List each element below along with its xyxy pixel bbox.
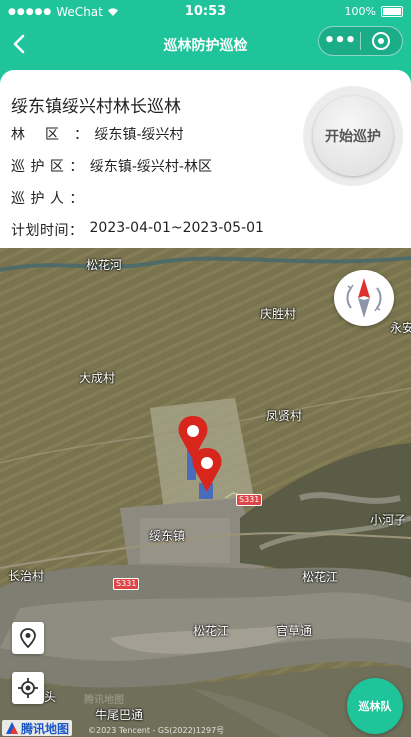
satellite-map[interactable]: 松花河 庆胜村 永安 大成村 凤贤村 绥东镇 小河子 长治村 松花江 松花江 官… (0, 248, 411, 737)
map-label-guancaotong: 官草通 (276, 624, 313, 638)
map-label-suidong: 绥东镇 (149, 529, 186, 543)
patroller-label: 巡 护 人 ： (11, 191, 84, 207)
start-patrol-button[interactable]: 开始巡护 (303, 86, 403, 186)
patrol-team-button[interactable]: 巡林队 (347, 678, 403, 734)
mini-program-capsule: ••• (318, 26, 403, 56)
patrol-area-value: 绥东镇-绥兴村-林区 (89, 159, 212, 175)
top-bar: ●●●●● WeChat 10:53 100% 巡林防护巡检 ••• (0, 0, 411, 68)
forest-area-value: 绥东镇-绥兴村 (94, 127, 184, 143)
map-label-songhuajiang: 松花江 (302, 570, 339, 584)
forest-area-row: 林 区 ： 绥东镇-绥兴村 (11, 124, 184, 144)
start-patrol-label: 开始巡护 (313, 96, 393, 176)
patroller-row: 巡 护 人 ： (11, 188, 90, 208)
map-label-qingsheng: 庆胜村 (260, 307, 297, 321)
battery-percent: 100% (344, 5, 376, 18)
map-label-changzhi: 长治村 (8, 569, 45, 583)
plan-time-value: 2023-04-01~2023-05-01 (89, 220, 264, 236)
map-label-tou: 头 (44, 690, 57, 704)
plan-time-label: 计划时间： (11, 223, 84, 239)
mini-program-close-icon[interactable] (361, 32, 402, 50)
patrol-area-row: 巡 护 区 ： 绥东镇-绥兴村-林区 (11, 156, 212, 176)
map-label-dacheng: 大成村 (79, 371, 116, 385)
map-watermark: 腾讯地图 (84, 695, 124, 706)
map-label-fengxian: 凤贤村 (266, 409, 303, 423)
nav-bar: 巡林防护巡检 ••• (0, 26, 411, 62)
tencent-map-logo: 腾讯地图 (2, 720, 73, 736)
location-pin-button[interactable] (12, 622, 44, 654)
road-badge-s331: S331 (113, 578, 140, 590)
status-bar: ●●●●● WeChat 10:53 100% (0, 0, 411, 24)
compass-button[interactable] (334, 270, 394, 326)
more-dots-icon[interactable]: ••• (319, 32, 360, 50)
forest-area-label: 林 区 ： (11, 127, 89, 143)
map-label-xiaohezi: 小河子 (370, 513, 407, 527)
my-location-button[interactable] (12, 672, 44, 704)
crosshair-icon (18, 678, 38, 698)
tencent-map-logo-text: 腾讯地图 (21, 721, 70, 736)
map-label-niuweibatong: 牛尾巴通 (95, 708, 144, 722)
battery-icon (381, 6, 403, 17)
map-copyright: ©2023 Tencent - GS(2022)1297号 (88, 726, 225, 735)
map-label-river: 松花河 (86, 258, 123, 272)
compass-icon (346, 278, 382, 318)
plan-time-row: 计划时间： 2023-04-01~2023-05-01 (11, 220, 264, 240)
tencent-map-logo-icon (6, 722, 18, 734)
road-badge-s331: S331 (236, 494, 263, 506)
patrol-area-label: 巡 护 区 ： (11, 159, 84, 175)
location-pin-icon (20, 628, 36, 648)
patrol-info-card: 绥东镇绥兴村林长巡林 林 区 ： 绥东镇-绥兴村 巡 护 区 ： 绥东镇-绥兴村… (0, 70, 411, 248)
map-label-songhuajiang-2: 松花江 (193, 624, 230, 638)
patrol-title: 绥东镇绥兴村林长巡林 (11, 97, 181, 117)
